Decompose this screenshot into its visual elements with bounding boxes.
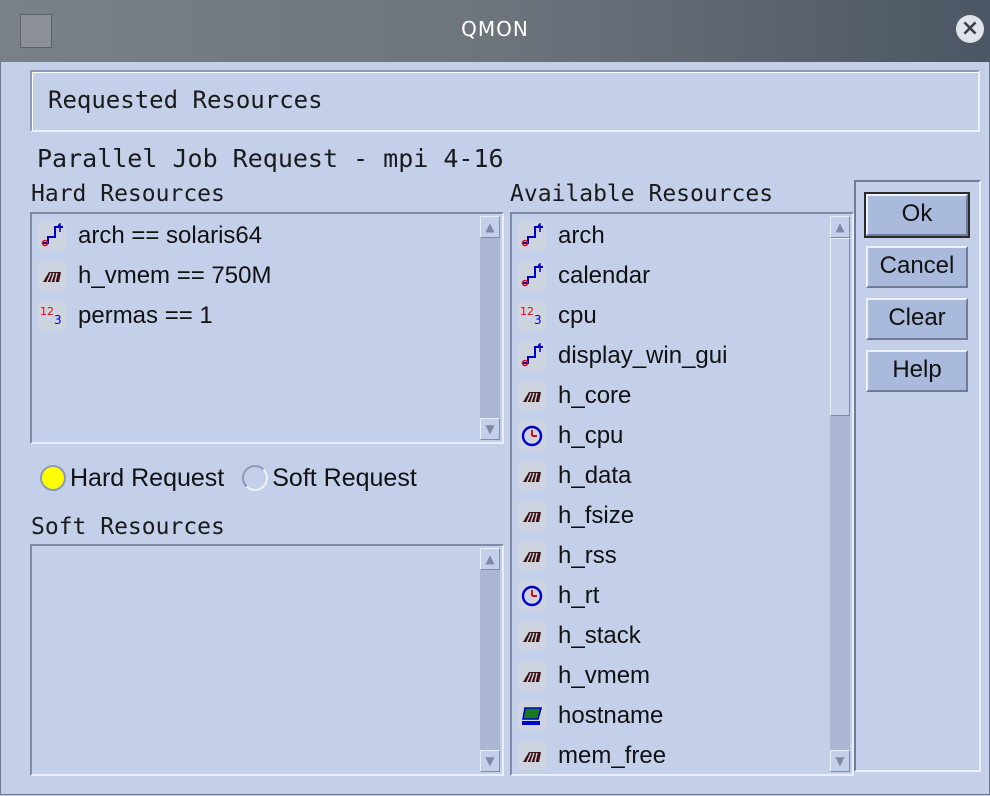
- available-resource-item-label: cpu: [558, 302, 597, 329]
- available-resource-item[interactable]: display_win_gui: [518, 340, 727, 372]
- action-buttons-panel: Ok Cancel Clear Help: [854, 180, 981, 772]
- scroll-down-arrow[interactable]: ▼: [830, 750, 850, 772]
- soft-request-radio[interactable]: [242, 465, 269, 491]
- memory-icon: [518, 502, 546, 530]
- host-icon: [518, 702, 546, 730]
- cancel-button[interactable]: Cancel: [866, 246, 968, 288]
- svg-text:1: 1: [520, 305, 527, 318]
- memory-icon: [518, 662, 546, 690]
- help-button[interactable]: Help: [866, 350, 968, 392]
- available-resource-item[interactable]: h_core: [518, 380, 631, 412]
- scroll-up-arrow[interactable]: ▲: [480, 548, 500, 570]
- soft-resources-label: Soft Resources: [31, 514, 225, 540]
- window-title: QMON: [461, 17, 529, 41]
- scroll-thumb[interactable]: [830, 238, 850, 416]
- available-resource-item[interactable]: h_rss: [518, 540, 617, 572]
- soft-request-label[interactable]: Soft Request: [272, 464, 417, 493]
- scroll-up-arrow[interactable]: ▲: [830, 216, 850, 238]
- requested-resources-header: Requested Resources: [30, 70, 980, 132]
- available-resource-item-label: h_rss: [558, 542, 617, 569]
- soft-resources-scrollbar[interactable]: ▲ ▼: [480, 548, 500, 772]
- available-resource-item[interactable]: calendar: [518, 260, 650, 292]
- hard-resource-item[interactable]: h_vmem == 750M: [38, 260, 271, 292]
- memory-icon: [518, 622, 546, 650]
- available-resource-item[interactable]: h_data: [518, 460, 631, 492]
- close-icon[interactable]: ×: [956, 15, 984, 43]
- available-resource-item-label: h_data: [558, 462, 632, 489]
- request-type-group: Hard Request Soft Request: [40, 458, 435, 498]
- available-resource-item[interactable]: h_cpu: [518, 420, 623, 452]
- memory-icon: [38, 262, 66, 290]
- scroll-up-arrow[interactable]: ▲: [480, 216, 500, 238]
- memory-icon: [518, 742, 546, 770]
- available-resource-item[interactable]: hostname: [518, 700, 663, 732]
- available-resource-item-label: arch: [558, 222, 605, 249]
- memory-icon: [518, 382, 546, 410]
- available-resources-list[interactable]: ▲ ▼ arch calendar 1 2 3 cpu display_win_gui h_c…: [510, 212, 854, 776]
- hard-request-radio[interactable]: [40, 465, 66, 491]
- available-resources-label: Available Resources: [510, 181, 774, 207]
- hard-resource-item-label: arch == solaris64: [78, 222, 263, 249]
- available-resource-item[interactable]: mem_free: [518, 740, 666, 772]
- svg-text:2: 2: [527, 305, 534, 318]
- available-resource-item-label: hostname: [558, 702, 664, 729]
- hard-resources-list[interactable]: ▲ ▼ arch == solaris64 h_vmem == 750M 1 2 3 pe…: [30, 212, 504, 444]
- requested-resources-title: Requested Resources: [48, 86, 323, 114]
- available-resource-item-label: h_rt: [558, 582, 600, 609]
- clear-button[interactable]: Clear: [866, 298, 968, 340]
- svg-text:1: 1: [40, 305, 47, 318]
- available-resource-item[interactable]: h_vmem: [518, 660, 650, 692]
- parallel-job-label: Parallel Job Request - mpi 4-16: [37, 144, 504, 173]
- integer-icon: 123: [38, 302, 66, 330]
- available-resource-item-label: h_fsize: [558, 502, 635, 529]
- available-resource-item[interactable]: h_stack: [518, 620, 641, 652]
- hard-resources-label: Hard Resources: [31, 181, 225, 207]
- available-resource-item[interactable]: 1 2 3 cpu: [518, 300, 597, 332]
- ok-button[interactable]: Ok: [864, 192, 970, 238]
- string-icon: [518, 342, 546, 370]
- string-icon: [518, 222, 546, 250]
- available-resource-item[interactable]: h_fsize: [518, 500, 634, 532]
- hard-resource-item[interactable]: arch == solaris64: [38, 220, 262, 252]
- time-icon: [518, 422, 546, 450]
- hard-resource-item-label: h_vmem == 750M: [78, 262, 272, 289]
- svg-text:2: 2: [47, 305, 54, 318]
- scroll-down-arrow[interactable]: ▼: [480, 750, 500, 772]
- available-resources-scrollbar[interactable]: ▲ ▼: [830, 216, 850, 772]
- available-resource-item[interactable]: arch: [518, 220, 605, 252]
- string-icon: [38, 222, 66, 250]
- soft-resources-list[interactable]: ▲ ▼: [30, 544, 504, 776]
- available-resource-item-label: display_win_gui: [558, 342, 728, 369]
- scroll-down-arrow[interactable]: ▼: [480, 418, 500, 440]
- memory-icon: [518, 542, 546, 570]
- string-icon: [518, 262, 546, 290]
- available-resource-item-label: h_stack: [558, 622, 641, 649]
- hard-request-label[interactable]: Hard Request: [70, 464, 224, 493]
- hard-resources-scrollbar[interactable]: ▲ ▼: [480, 216, 500, 440]
- available-resource-item-label: h_core: [558, 382, 632, 409]
- available-resource-item-label: h_cpu: [558, 422, 624, 449]
- time-icon: [518, 582, 546, 610]
- available-resource-item-label: mem_free: [558, 742, 667, 769]
- available-resource-item-label: h_vmem: [558, 662, 651, 689]
- available-resource-item-label: calendar: [558, 262, 651, 289]
- svg-text:3: 3: [534, 313, 542, 327]
- svg-text:3: 3: [54, 313, 62, 327]
- qmon-window: QMON × Requested Resources Parallel Job …: [0, 0, 990, 796]
- available-resource-item[interactable]: h_rt: [518, 580, 599, 612]
- memory-icon: [518, 462, 546, 490]
- integer-icon: 123: [518, 302, 546, 330]
- hard-resource-item[interactable]: 1 2 3 permas == 1: [38, 300, 213, 332]
- title-bar[interactable]: QMON ×: [0, 0, 990, 62]
- hard-resource-item-label: permas == 1: [78, 302, 213, 329]
